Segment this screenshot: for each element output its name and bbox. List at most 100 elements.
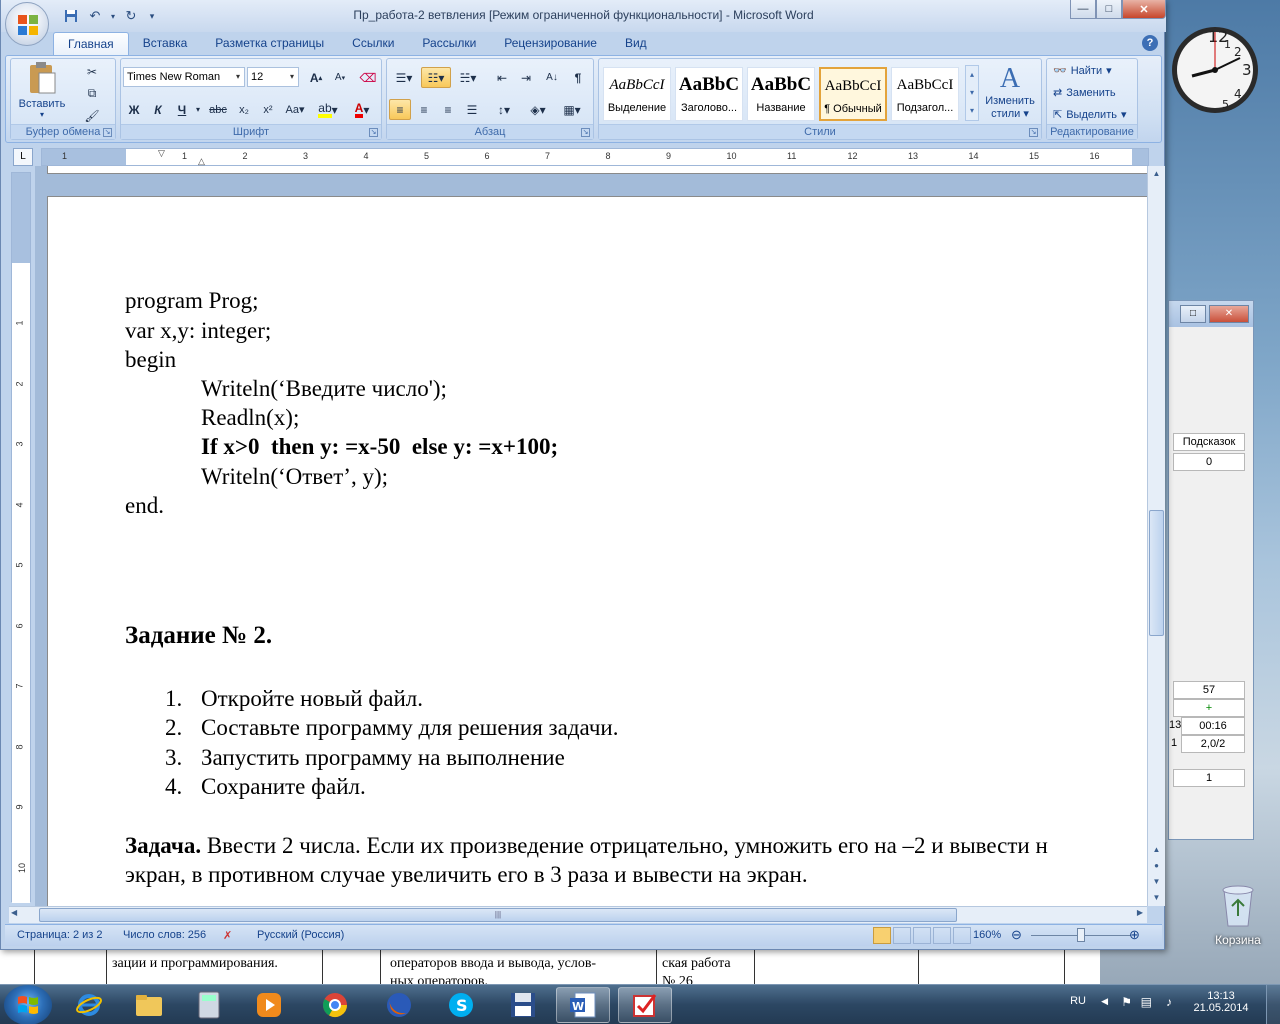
multilevel-list-icon[interactable]: ☵▾: [453, 67, 483, 88]
maximize-button[interactable]: □: [1096, 0, 1122, 19]
bullets-icon[interactable]: ☰▾: [389, 67, 419, 88]
draft-icon[interactable]: [953, 927, 971, 944]
taskbar-explorer[interactable]: [122, 987, 176, 1023]
font-launcher-icon[interactable]: ↘: [369, 128, 378, 137]
strikethrough-button[interactable]: abc: [205, 99, 231, 120]
show-desktop-button[interactable]: [1266, 985, 1280, 1024]
outline-icon[interactable]: [933, 927, 951, 944]
start-button[interactable]: [4, 985, 52, 1024]
action-center-icon[interactable]: ⚑: [1121, 995, 1132, 1009]
horizontal-scroll-thumb[interactable]: |||: [39, 908, 957, 922]
underline-button[interactable]: Ч: [171, 99, 193, 120]
decrease-indent-icon[interactable]: ⇤: [491, 67, 513, 88]
style-emphasis[interactable]: AaBbCcI Выделение: [603, 67, 671, 121]
font-size-dropdown-icon[interactable]: ▾: [286, 68, 298, 86]
increase-indent-icon[interactable]: ⇥: [515, 67, 537, 88]
numbering-icon[interactable]: ☷▾: [421, 67, 451, 88]
paste-button[interactable]: Вставить ▾: [15, 61, 69, 121]
minimize-button[interactable]: —: [1070, 0, 1096, 19]
bold-button[interactable]: Ж: [123, 99, 145, 120]
tab-review[interactable]: Рецензирование: [490, 32, 611, 56]
tab-mailings[interactable]: Рассылки: [408, 32, 490, 56]
ruler-tab-selector[interactable]: L: [13, 148, 33, 166]
cut-icon[interactable]: ✂: [81, 61, 103, 82]
input-language[interactable]: RU: [1070, 995, 1086, 1007]
document-area[interactable]: program Prog; var x,y: integer; begin Wr…: [35, 166, 1147, 906]
network-icon[interactable]: ▤: [1141, 995, 1152, 1009]
style-subtitle[interactable]: AaBbCcI Подзагол...: [891, 67, 959, 121]
grow-font-icon[interactable]: A ▴: [305, 67, 327, 88]
copy-icon[interactable]: ⧉: [81, 83, 103, 104]
proofing-icon[interactable]: ✗: [223, 929, 232, 942]
format-painter-icon[interactable]: 🖌: [81, 105, 103, 126]
title-bar[interactable]: ↶ ▾ ↻ ▾ Пр_работа-2 ветвления [Режим огр…: [1, 0, 1166, 32]
browse-object-icon[interactable]: ●: [1149, 858, 1164, 873]
taskbar-chrome[interactable]: [308, 987, 362, 1023]
sort-icon[interactable]: A↓: [541, 67, 563, 88]
style-heading[interactable]: AaBbC Заголово...: [675, 67, 743, 121]
tab-insert[interactable]: Вставка: [129, 32, 202, 56]
line-spacing-icon[interactable]: ↕▾: [489, 99, 519, 120]
clipboard-launcher-icon[interactable]: ↘: [103, 128, 112, 137]
scroll-left-icon[interactable]: ◀: [11, 908, 17, 917]
align-right-button[interactable]: ≡: [437, 99, 459, 120]
full-screen-reading-icon[interactable]: [893, 927, 911, 944]
taskbar-test-app[interactable]: [618, 987, 672, 1023]
taskbar-firefox[interactable]: [372, 987, 426, 1023]
office-button[interactable]: [5, 2, 49, 46]
shading-icon[interactable]: ◈▾: [523, 99, 553, 120]
first-line-indent-marker[interactable]: ▽: [158, 148, 165, 159]
clear-format-icon[interactable]: ⌫: [357, 67, 379, 88]
change-styles-button[interactable]: A Изменить стили ▾: [981, 63, 1039, 120]
tab-view[interactable]: Вид: [611, 32, 661, 56]
find-button[interactable]: 👓 Найти ▾: [1053, 61, 1112, 81]
font-name-combo[interactable]: Times New Roman ▾: [123, 67, 245, 87]
subscript-button[interactable]: x₂: [233, 99, 255, 120]
tab-page-layout[interactable]: Разметка страницы: [201, 32, 338, 56]
borders-icon[interactable]: ▦▾: [557, 99, 587, 120]
align-left-button[interactable]: ≡: [389, 99, 411, 120]
font-name-dropdown-icon[interactable]: ▾: [232, 68, 244, 86]
print-layout-icon[interactable]: [873, 927, 891, 944]
paragraph-launcher-icon[interactable]: ↘: [581, 128, 590, 137]
scroll-down-icon[interactable]: ▼: [1149, 890, 1164, 905]
taskbar-skype[interactable]: S: [434, 987, 488, 1023]
change-case-icon[interactable]: Aa▾: [281, 99, 309, 120]
select-button[interactable]: ⇱ Выделить ▾: [1053, 105, 1127, 125]
zoom-out-icon[interactable]: ⊖: [1011, 927, 1022, 943]
italic-button[interactable]: К: [147, 99, 169, 120]
bg-maximize-icon[interactable]: □: [1180, 305, 1206, 323]
vertical-scroll-thumb[interactable]: [1149, 510, 1164, 636]
vertical-scrollbar[interactable]: ▲ ▲ ● ▼ ▼: [1147, 166, 1165, 906]
close-button[interactable]: ✕: [1122, 0, 1166, 19]
zoom-in-icon[interactable]: ⊕: [1129, 927, 1140, 943]
replace-button[interactable]: ⇄ Заменить: [1053, 83, 1116, 103]
bg-close-icon[interactable]: ✕: [1209, 305, 1249, 323]
horizontal-ruler[interactable]: ▽ △ 1 1 2 3 4 5 6 7 8 9 10 11 12 13 14 15 16: [41, 148, 1149, 166]
vertical-ruler[interactable]: 1 2 3 4 5 6 7 8 9 10: [11, 172, 31, 903]
next-page-icon[interactable]: ▼: [1149, 874, 1164, 889]
justify-button[interactable]: ☰: [461, 99, 483, 120]
clock[interactable]: 13:13 21.05.2014: [1186, 990, 1256, 1014]
taskbar-media-player[interactable]: [242, 987, 296, 1023]
web-layout-icon[interactable]: [913, 927, 931, 944]
taskbar-word[interactable]: W: [556, 987, 610, 1023]
highlight-color-icon[interactable]: ab ▾: [313, 99, 343, 120]
help-icon[interactable]: ?: [1142, 35, 1158, 51]
recycle-bin[interactable]: Корзина: [1198, 880, 1278, 960]
shrink-font-icon[interactable]: A ▾: [329, 67, 351, 88]
style-normal[interactable]: AaBbCcI ¶ Обычный: [819, 67, 887, 121]
show-formatting-icon[interactable]: ¶: [567, 67, 589, 88]
align-center-button[interactable]: ≡: [413, 99, 435, 120]
zoom-slider-thumb[interactable]: [1077, 928, 1085, 942]
horizontal-scrollbar[interactable]: ◀ ||| ▶: [9, 906, 1147, 923]
taskbar-calculator[interactable]: [182, 987, 236, 1023]
scroll-right-icon[interactable]: ▶: [1137, 908, 1143, 917]
style-title[interactable]: AaBbC Название: [747, 67, 815, 121]
underline-dropdown-icon[interactable]: ▾: [193, 99, 203, 120]
superscript-button[interactable]: x²: [257, 99, 279, 120]
previous-page-icon[interactable]: ▲: [1149, 842, 1164, 857]
volume-icon[interactable]: ♪: [1166, 995, 1172, 1009]
font-color-icon[interactable]: A ▾: [347, 99, 377, 120]
font-size-combo[interactable]: 12 ▾: [247, 67, 299, 87]
